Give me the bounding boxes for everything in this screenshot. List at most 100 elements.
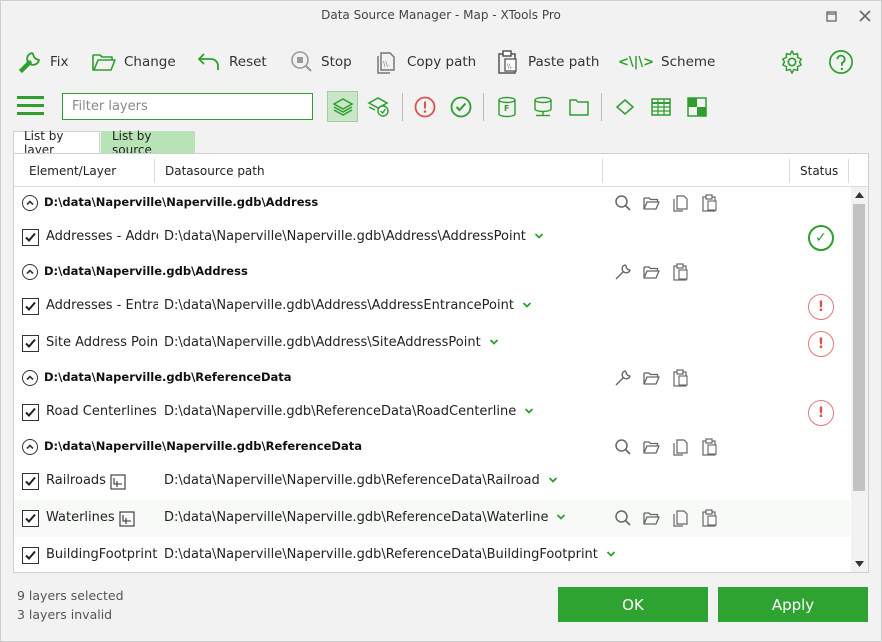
filter-layers-input[interactable] [62, 93, 313, 120]
group-path: D:\data\Naperville.gdb\ReferenceData [44, 370, 292, 384]
paste-source-path-button[interactable] [670, 367, 692, 389]
layer-row[interactable]: Railroads D:\data\Naperville\Naperville.… [14, 463, 850, 500]
layer-checkbox[interactable] [22, 298, 39, 315]
path-dropdown[interactable] [524, 404, 534, 419]
reset-button[interactable]: Reset [196, 45, 267, 79]
database-connection-button[interactable] [527, 91, 558, 122]
collapse-toggle[interactable] [22, 195, 38, 211]
collapse-toggle[interactable] [22, 439, 38, 455]
change-source-button[interactable] [641, 367, 663, 389]
menu-button[interactable] [17, 96, 44, 116]
maximize-button[interactable] [820, 5, 842, 27]
layer-row[interactable]: Addresses - Entrance Points D:\data\Nape… [14, 288, 850, 325]
find-source-button[interactable] [612, 507, 634, 529]
layer-row[interactable]: Waterlines D:\data\Naperville\Naperville… [14, 500, 850, 537]
layer-row[interactable]: Site Address Points D:\data\Naperville.g… [14, 325, 850, 362]
find-source-button[interactable] [612, 192, 634, 214]
title-bar: Data Source Manager - Map - XTools Pro [1, 1, 881, 31]
paste-source-path-button[interactable] [699, 507, 721, 529]
copy-source-path-button[interactable] [670, 436, 692, 458]
change-source-button[interactable] [641, 192, 663, 214]
find-source-button[interactable] [612, 436, 634, 458]
question-icon [828, 49, 854, 75]
scroll-up-arrow-icon[interactable] [854, 190, 865, 200]
layer-row[interactable]: Road Centerlines D:\data\Naperville.gdb\… [14, 394, 850, 431]
chevron-up-icon [26, 269, 34, 275]
open-folder-icon [643, 441, 660, 454]
shapes-button[interactable] [609, 91, 640, 122]
path-dropdown[interactable] [489, 335, 499, 350]
column-header-status[interactable]: Status [800, 154, 838, 187]
show-invalid-button[interactable] [409, 91, 440, 122]
layer-checkbox[interactable] [22, 473, 39, 490]
chevron-up-icon [26, 444, 34, 450]
layer-checkbox[interactable] [22, 335, 39, 352]
path-dropdown[interactable] [548, 473, 558, 488]
column-header-element[interactable]: Element/Layer [29, 154, 116, 187]
status-invalid-icon: ! [808, 400, 834, 426]
layer-name: Addresses - Entrance Points [46, 298, 158, 313]
checkmark-icon [25, 550, 36, 560]
apply-button[interactable]: Apply [718, 587, 868, 622]
copy-source-path-button[interactable] [670, 192, 692, 214]
settings-button[interactable] [779, 45, 805, 79]
chevron-up-icon [26, 375, 34, 381]
fix-source-button[interactable] [612, 367, 634, 389]
help-button[interactable] [828, 45, 854, 79]
vertical-scrollbar[interactable] [851, 187, 868, 572]
chevron-down-icon [557, 514, 566, 520]
layer-checkbox[interactable] [22, 229, 39, 246]
chevron-up-icon [26, 200, 34, 206]
collapse-toggle[interactable] [22, 370, 38, 386]
chevron-down-icon [489, 339, 498, 345]
close-icon [859, 10, 871, 22]
scrollbar-thumb[interactable] [853, 204, 865, 491]
ok-button[interactable]: OK [558, 587, 708, 622]
layer-name: Addresses - Address Points [46, 229, 158, 244]
layer-checkbox[interactable] [22, 547, 39, 564]
change-source-button[interactable] [641, 507, 663, 529]
path-dropdown[interactable] [522, 298, 532, 313]
stop-button[interactable]: Stop [288, 45, 352, 79]
validated-layers-button[interactable] [363, 91, 394, 122]
fix-button[interactable]: Fix [17, 45, 69, 79]
column-header-datasource[interactable]: Datasource path [165, 154, 265, 187]
change-button[interactable]: Change [91, 45, 176, 79]
layers-view-button[interactable] [327, 91, 358, 122]
paste-path-button[interactable]: \\. Paste path [495, 45, 599, 79]
checkmark-icon [25, 513, 36, 523]
path-dropdown[interactable] [556, 510, 566, 525]
show-valid-button[interactable] [445, 91, 476, 122]
svg-text:F: F [504, 104, 509, 113]
datasource-path-text: D:\data\Naperville.gdb\Address\AddressEn… [164, 298, 514, 313]
change-source-button[interactable] [641, 261, 663, 283]
close-button[interactable] [854, 5, 876, 27]
change-source-button[interactable] [641, 436, 663, 458]
folder-button[interactable] [563, 91, 594, 122]
datasource-path-text: D:\data\Naperville\Naperville.gdb\Refere… [164, 510, 549, 525]
raster-button[interactable] [681, 91, 712, 122]
paste-source-path-button[interactable] [699, 192, 721, 214]
path-dropdown[interactable] [606, 547, 616, 562]
scheme-button[interactable]: <\|\> Scheme [618, 45, 715, 79]
database-server-icon [533, 96, 552, 116]
file-database-button[interactable]: F [491, 91, 522, 122]
paste-source-path-button[interactable] [670, 261, 692, 283]
tab-list-by-source[interactable]: List by source [101, 129, 195, 157]
column-divider [602, 159, 603, 183]
layer-checkbox[interactable] [22, 510, 39, 527]
scroll-down-arrow-icon[interactable] [854, 559, 865, 569]
collapse-toggle[interactable] [22, 264, 38, 280]
view-tabs: List by layer List by source [13, 129, 195, 157]
copy-path-button[interactable]: \\. Copy path [374, 45, 476, 79]
paste-source-path-button[interactable] [699, 436, 721, 458]
path-dropdown[interactable] [534, 229, 544, 244]
copy-source-path-button[interactable] [670, 507, 692, 529]
fix-source-button[interactable] [612, 261, 634, 283]
layer-row[interactable]: Addresses - Address Points D:\data\Naper… [14, 219, 850, 256]
layer-name: Waterlines [46, 510, 115, 525]
tab-list-by-layer[interactable]: List by layer [13, 129, 100, 157]
layer-row[interactable]: BuildingFootprint D:\data\Naperville\Nap… [14, 537, 850, 572]
table-button[interactable] [645, 91, 676, 122]
layer-checkbox[interactable] [22, 404, 39, 421]
